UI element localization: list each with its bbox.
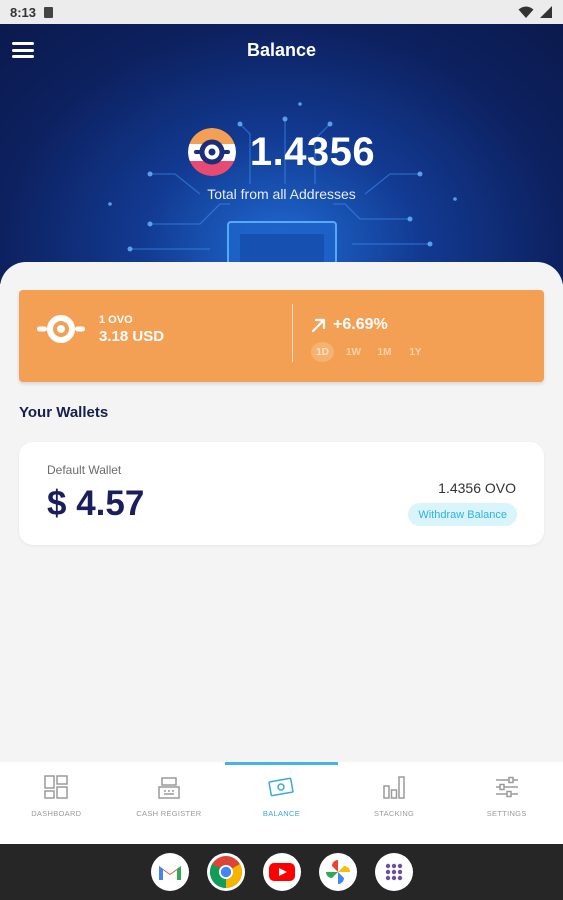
stacking-chart-icon	[383, 776, 405, 799]
trend-up-arrow-icon	[311, 318, 326, 333]
price-usd: 3.18 USD	[99, 327, 165, 345]
range-1d[interactable]: 1D	[311, 342, 334, 362]
ovo-coin-white-icon	[37, 315, 85, 343]
status-time: 8:13	[10, 4, 37, 20]
balance-hero: Balance 1.4356 Total from all Addresses	[0, 24, 563, 284]
chrome-icon[interactable]	[206, 853, 245, 891]
nav-label-cash-register: CASH REGISTER	[136, 809, 202, 818]
range-1m[interactable]: 1M	[373, 342, 396, 362]
total-balance-caption: Total from all Addresses	[207, 186, 356, 202]
price-card: 1 OVO 3.18 USD +6.69% 1D 1W 1M 1Y	[19, 290, 544, 382]
youtube-icon[interactable]	[262, 853, 301, 891]
nav-label-stacking: STACKING	[373, 809, 415, 818]
wifi-icon	[518, 6, 534, 18]
signal-icon	[540, 5, 552, 18]
ovo-coin-icon	[187, 128, 236, 176]
nav-label-settings: SETTINGS	[486, 809, 527, 818]
bottom-nav: DASHBOARD CASH REGISTER BALANCE STACKING	[0, 762, 563, 844]
nav-cash-register[interactable]: CASH REGISTER	[113, 762, 226, 844]
sim-card-icon	[44, 6, 54, 18]
nav-balance[interactable]: BALANCE	[225, 762, 338, 844]
withdraw-balance-button[interactable]: Withdraw Balance	[408, 503, 517, 526]
balance-icon	[268, 777, 295, 797]
range-selector: 1D 1W 1M 1Y	[311, 342, 427, 362]
status-bar: 8:13	[0, 0, 563, 24]
wallet-ovo-balance: 1.4356 OVO	[438, 480, 516, 496]
nav-label-balance: BALANCE	[262, 809, 301, 818]
android-dock	[0, 844, 563, 900]
page-title: Balance	[246, 40, 317, 60]
range-1w[interactable]: 1W	[342, 342, 365, 362]
cash-register-icon	[158, 777, 180, 799]
total-balance-amount: 1.4356	[249, 129, 376, 174]
gmail-icon[interactable]	[150, 853, 189, 891]
wallet-card[interactable]: Default Wallet $ 4.57 1.4356 OVO Withdra…	[19, 442, 544, 545]
nav-stacking[interactable]: STACKING	[338, 762, 451, 844]
dashboard-icon	[44, 775, 69, 799]
settings-sliders-icon	[495, 776, 518, 798]
nav-label-dashboard: DASHBOARD	[31, 809, 82, 818]
wallet-usd-balance: $ 4.57	[47, 484, 145, 523]
wallets-heading: Your Wallets	[19, 404, 109, 421]
price-card-divider	[292, 304, 293, 362]
wallet-name: Default Wallet	[47, 463, 122, 477]
total-balance: 1.4356	[0, 128, 563, 176]
nav-settings[interactable]: SETTINGS	[450, 762, 563, 844]
range-1y[interactable]: 1Y	[404, 342, 427, 362]
price-unit: 1 OVO	[99, 313, 133, 326]
photos-icon[interactable]	[318, 853, 357, 891]
price-change-value: +6.69%	[333, 316, 388, 333]
nav-dashboard[interactable]: DASHBOARD	[0, 762, 113, 844]
price-change: +6.69%	[311, 316, 388, 334]
app-drawer-icon[interactable]	[374, 853, 413, 891]
